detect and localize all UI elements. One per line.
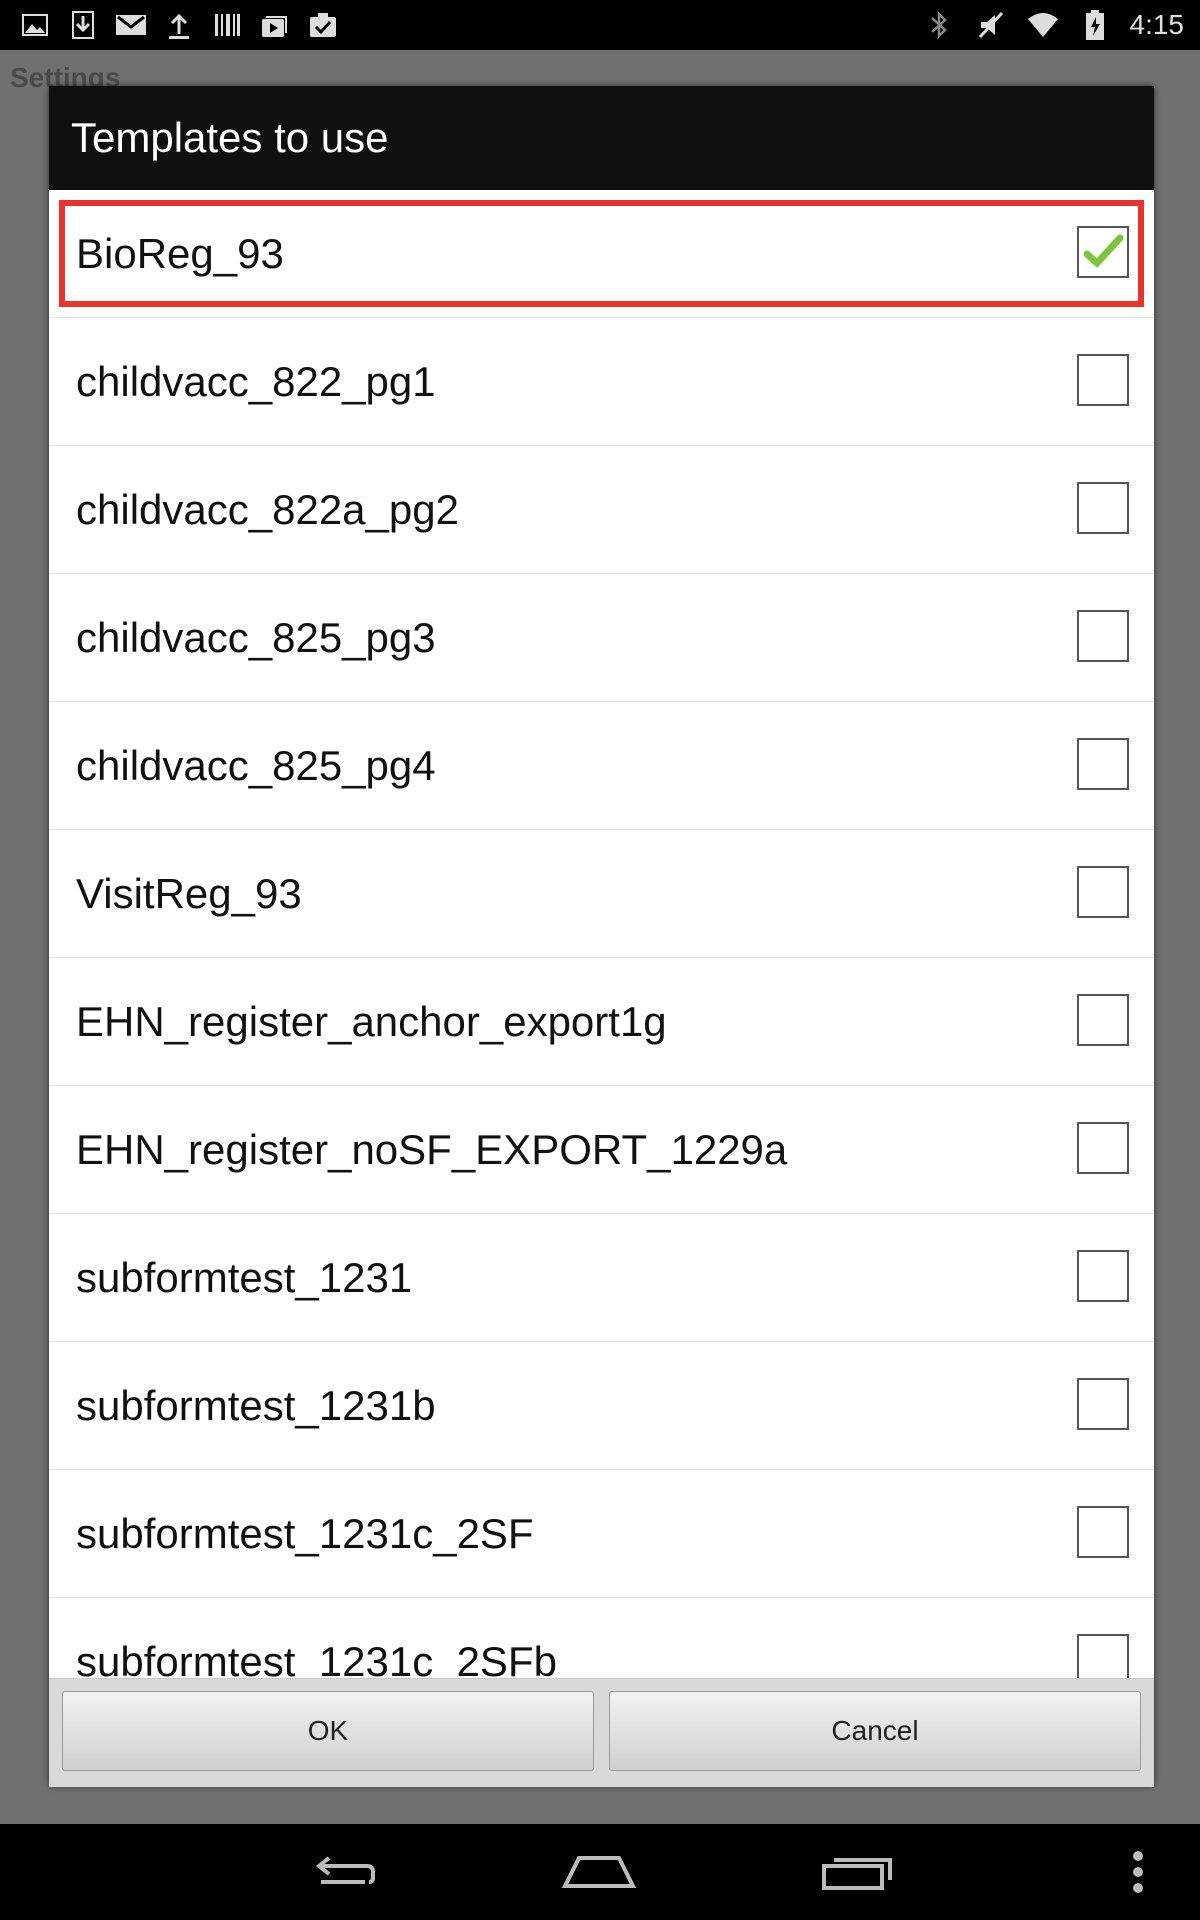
- checkbox[interactable]: [1077, 354, 1129, 406]
- clipboard-check-icon: [306, 8, 340, 42]
- overflow-menu-icon[interactable]: [1108, 1844, 1168, 1900]
- download-icon: [66, 8, 100, 42]
- status-time: 4:15: [1129, 9, 1185, 40]
- checkmark-icon: [1083, 234, 1124, 268]
- dialog-title: Templates to use: [49, 86, 1154, 190]
- list-item-subformtest-1231[interactable]: subformtest_1231: [49, 1214, 1154, 1342]
- checkbox[interactable]: [1077, 610, 1129, 662]
- muted-icon: [974, 8, 1008, 42]
- navigation-bar: [0, 1824, 1200, 1920]
- gmail-icon: [114, 8, 148, 42]
- status-bar: 4:15: [0, 0, 1200, 50]
- recent-apps-icon[interactable]: [818, 1844, 898, 1900]
- list-item-label: EHN_register_anchor_export1g: [76, 998, 667, 1045]
- dialog-button-bar: OK Cancel: [49, 1678, 1154, 1787]
- checkbox[interactable]: [1077, 482, 1129, 534]
- checkbox[interactable]: [1077, 1506, 1129, 1558]
- list-item-subformtest-1231c-2sf[interactable]: subformtest_1231c_2SF: [49, 1470, 1154, 1598]
- checkbox[interactable]: [1077, 738, 1129, 790]
- list-item-bioreg-93[interactable]: BioReg_93: [49, 190, 1154, 318]
- home-icon[interactable]: [559, 1844, 639, 1900]
- templates-dialog: Templates to use BioReg_93 childvacc_822…: [49, 86, 1154, 1787]
- checkbox[interactable]: [1077, 1122, 1129, 1174]
- battery-icon: [1078, 8, 1112, 42]
- upload-icon: [162, 8, 196, 42]
- list-item-childvacc-822-pg1[interactable]: childvacc_822_pg1: [49, 318, 1154, 446]
- media-play-icon: [258, 8, 292, 42]
- list-item-label: subformtest_1231c_2SF: [76, 1510, 534, 1557]
- checkbox[interactable]: [1077, 1378, 1129, 1430]
- list-item-label: childvacc_825_pg4: [76, 742, 436, 789]
- checkbox-checked[interactable]: [1077, 226, 1129, 278]
- list-item-label: childvacc_822a_pg2: [76, 486, 459, 533]
- list-item-ehn-register-nosf[interactable]: EHN_register_noSF_EXPORT_1229a: [49, 1086, 1154, 1214]
- templates-list[interactable]: BioReg_93 childvacc_822_pg1 childvacc_82…: [49, 190, 1154, 1764]
- list-item-label: EHN_register_noSF_EXPORT_1229a: [76, 1126, 788, 1173]
- list-item-label: childvacc_822_pg1: [76, 358, 436, 405]
- checkbox[interactable]: [1077, 994, 1129, 1046]
- cancel-button[interactable]: Cancel: [609, 1691, 1141, 1771]
- checkbox[interactable]: [1077, 1250, 1129, 1302]
- list-item-visitreg-93[interactable]: VisitReg_93: [49, 830, 1154, 958]
- list-item-label: BioReg_93: [76, 230, 284, 277]
- list-item-label: subformtest_1231: [76, 1254, 413, 1301]
- list-item-label: VisitReg_93: [76, 870, 302, 917]
- list-item-subformtest-1231b[interactable]: subformtest_1231b: [49, 1342, 1154, 1470]
- list-item-childvacc-825-pg3[interactable]: childvacc_825_pg3: [49, 574, 1154, 702]
- list-item-label: childvacc_825_pg3: [76, 614, 436, 661]
- list-item-childvacc-825-pg4[interactable]: childvacc_825_pg4: [49, 702, 1154, 830]
- wifi-icon: [1026, 8, 1060, 42]
- barcode-icon: [210, 8, 244, 42]
- list-item-ehn-register-anchor[interactable]: EHN_register_anchor_export1g: [49, 958, 1154, 1086]
- back-icon[interactable]: [303, 1844, 383, 1900]
- ok-button[interactable]: OK: [62, 1691, 594, 1771]
- checkbox[interactable]: [1077, 866, 1129, 918]
- bluetooth-icon: [922, 8, 956, 42]
- image-icon: [18, 8, 52, 42]
- list-item-label: subformtest_1231b: [76, 1382, 436, 1429]
- list-item-childvacc-822a-pg2[interactable]: childvacc_822a_pg2: [49, 446, 1154, 574]
